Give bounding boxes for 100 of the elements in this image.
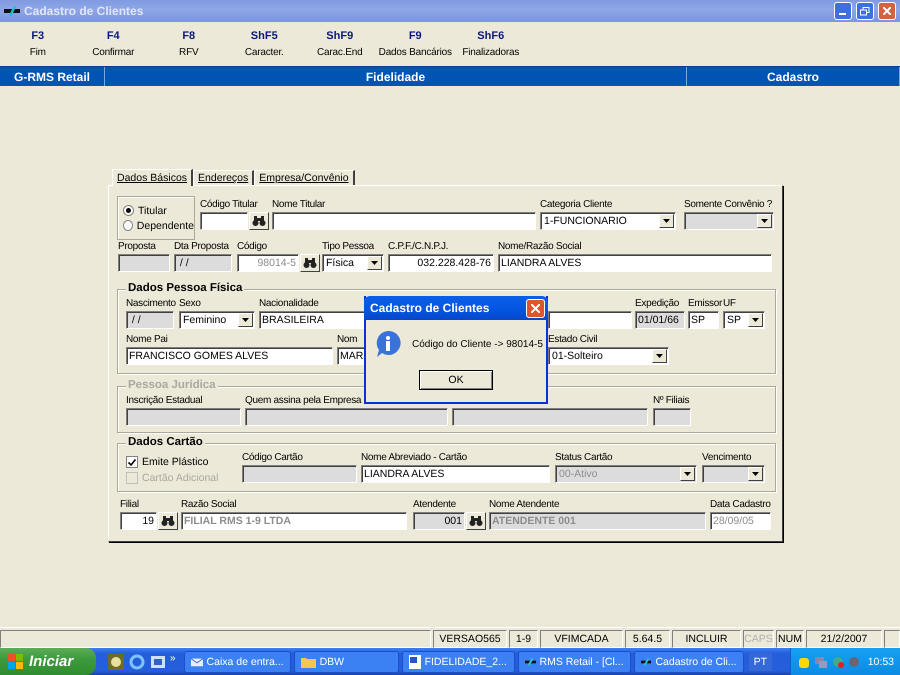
start-button[interactable]: Iniciar	[0, 648, 96, 675]
field-label: Nome Abreviado - Cartão	[361, 452, 467, 465]
window-title: Cadastro de Clientes	[24, 4, 144, 18]
binoculars-icon	[161, 515, 175, 527]
radio-label: Titular	[138, 204, 167, 216]
status-cell: 1-9	[509, 630, 538, 648]
taskbar-button[interactable]: RMS Retail - [Cl...	[518, 650, 631, 672]
status-cell: VFIMCADA	[540, 630, 623, 648]
radio-option[interactable]: Dependente	[123, 220, 194, 232]
search-button[interactable]	[249, 212, 269, 230]
close-button[interactable]	[878, 2, 896, 20]
field-label: Proposta	[118, 241, 156, 254]
clock: 10:53	[868, 656, 894, 668]
maximize-button[interactable]	[856, 2, 874, 20]
restore-icon	[860, 6, 870, 16]
field-label: Nom	[337, 334, 358, 347]
function-key-button[interactable]: ShF5 Caracter.	[226, 30, 302, 66]
function-key-button[interactable]: F9 Dados Bancários	[378, 30, 453, 66]
search-button[interactable]	[466, 512, 486, 530]
document-icon	[408, 654, 421, 668]
field-label: Nome Titular	[272, 199, 326, 212]
binoculars-icon	[303, 257, 317, 269]
group-title: Pessoa Jurídica	[126, 379, 218, 391]
browser-icon	[129, 654, 145, 670]
search-button[interactable]	[158, 512, 178, 530]
group-title: Dados Cartão	[126, 436, 205, 448]
module-name: Fidelidade	[366, 70, 426, 84]
status-cell: 21/2/2007	[806, 630, 882, 648]
input-field[interactable]: SP	[688, 311, 719, 329]
checkbox-label: Emite Plástico	[142, 456, 209, 468]
taskbar-button[interactable]: FIDELIDADE_2...	[402, 650, 515, 672]
function-key-button[interactable]: F4 Confirmar	[76, 30, 151, 66]
dropdown-arrow-icon	[242, 318, 249, 322]
taskbar-button[interactable]: Caixa de entra...	[184, 650, 291, 672]
field-label: Somente Convênio ?	[684, 199, 772, 212]
mail-client-icon	[150, 654, 166, 670]
network-icon	[814, 654, 828, 668]
input-field[interactable]: FRANCISCO GOMES ALVES	[126, 347, 333, 365]
input-field[interactable]	[272, 212, 536, 230]
dialog-message: Código do Cliente -> 98014-5	[412, 338, 543, 350]
dropdown[interactable]: Física	[322, 254, 384, 272]
tab[interactable]: Endereços	[193, 170, 254, 185]
field-label: Categoria Cliente	[540, 199, 612, 212]
security-icon	[831, 654, 845, 668]
radio-option[interactable]: Titular	[123, 204, 194, 216]
status-cell: INCLUIR	[672, 630, 741, 648]
language-indicator[interactable]: PT	[748, 652, 772, 670]
field-label: Tipo Pessoa	[322, 241, 374, 254]
info-icon	[374, 330, 402, 358]
input-field[interactable]	[548, 311, 632, 329]
function-key-button[interactable]: F8 RFV	[151, 30, 226, 66]
input-field[interactable]: 19	[120, 512, 157, 530]
taskbar-button[interactable]: Cadastro de Cli...	[634, 650, 744, 672]
tab[interactable]: Empresa/Convênio	[254, 170, 355, 185]
app-logo-icon	[4, 5, 20, 17]
field-label: Nº Filiais	[653, 395, 690, 408]
dropdown[interactable]: 1-FUNCIONARIO	[540, 212, 676, 230]
search-button[interactable]	[300, 254, 320, 272]
radio-button[interactable]	[123, 205, 134, 216]
envelope-icon	[190, 656, 203, 668]
input-field[interactable]	[200, 212, 248, 230]
folder-icon	[300, 656, 316, 668]
taskbar-button[interactable]: DBW	[294, 650, 399, 672]
dropdown-arrow-icon	[752, 318, 759, 322]
dropdown[interactable]: 01-Solteiro	[548, 347, 669, 365]
field-label: Dta Proposta	[174, 241, 229, 254]
close-icon	[531, 304, 540, 312]
system-name: G-RMS Retail	[14, 70, 90, 84]
dropdown-arrow-icon	[663, 219, 670, 223]
field-label: Nacionalidade	[259, 298, 318, 311]
field-label: Emissor	[688, 298, 722, 311]
minimize-button[interactable]	[834, 2, 852, 20]
dropdown-arrow-icon	[656, 354, 663, 358]
checkbox[interactable]	[126, 456, 138, 468]
field-label: Vencimento	[702, 452, 752, 465]
radio-label: Dependente	[136, 220, 194, 232]
status-cell: 5.64.5	[625, 630, 670, 648]
function-key-button[interactable]: ShF9 Carac.End	[302, 30, 378, 66]
field-label: C.P.F./C.N.P.J.	[388, 241, 448, 254]
radio-button[interactable]	[123, 220, 133, 231]
field-label: Nome Pai	[126, 334, 168, 347]
function-key-button[interactable]: ShF6 Finalizadoras	[453, 30, 528, 66]
field-label: Razão Social	[181, 499, 236, 512]
dropdown[interactable]: Feminino	[179, 311, 255, 329]
field-label: Nome Atendente	[489, 499, 560, 512]
more-chevron: »	[170, 653, 176, 664]
speaker-icon	[848, 654, 860, 668]
dropdown[interactable]: SP	[723, 311, 765, 329]
dropdown-arrow-icon	[371, 261, 378, 265]
close-button[interactable]	[526, 298, 545, 318]
function-key-button[interactable]: F3 Fim	[0, 30, 76, 66]
input-field[interactable]: LIANDRA ALVES	[498, 254, 772, 272]
input-field[interactable]: 032.228.428-76	[388, 254, 494, 272]
ok-button[interactable]: OK	[419, 370, 493, 390]
check-icon	[128, 458, 136, 466]
field-label: Estado Civil	[548, 334, 598, 347]
tab[interactable]: Dados Básicos	[112, 169, 194, 186]
field-label: Expedição	[635, 298, 679, 311]
field-label: Inscrição Estadual	[126, 395, 202, 408]
input-field[interactable]: LIANDRA ALVES	[361, 465, 550, 483]
